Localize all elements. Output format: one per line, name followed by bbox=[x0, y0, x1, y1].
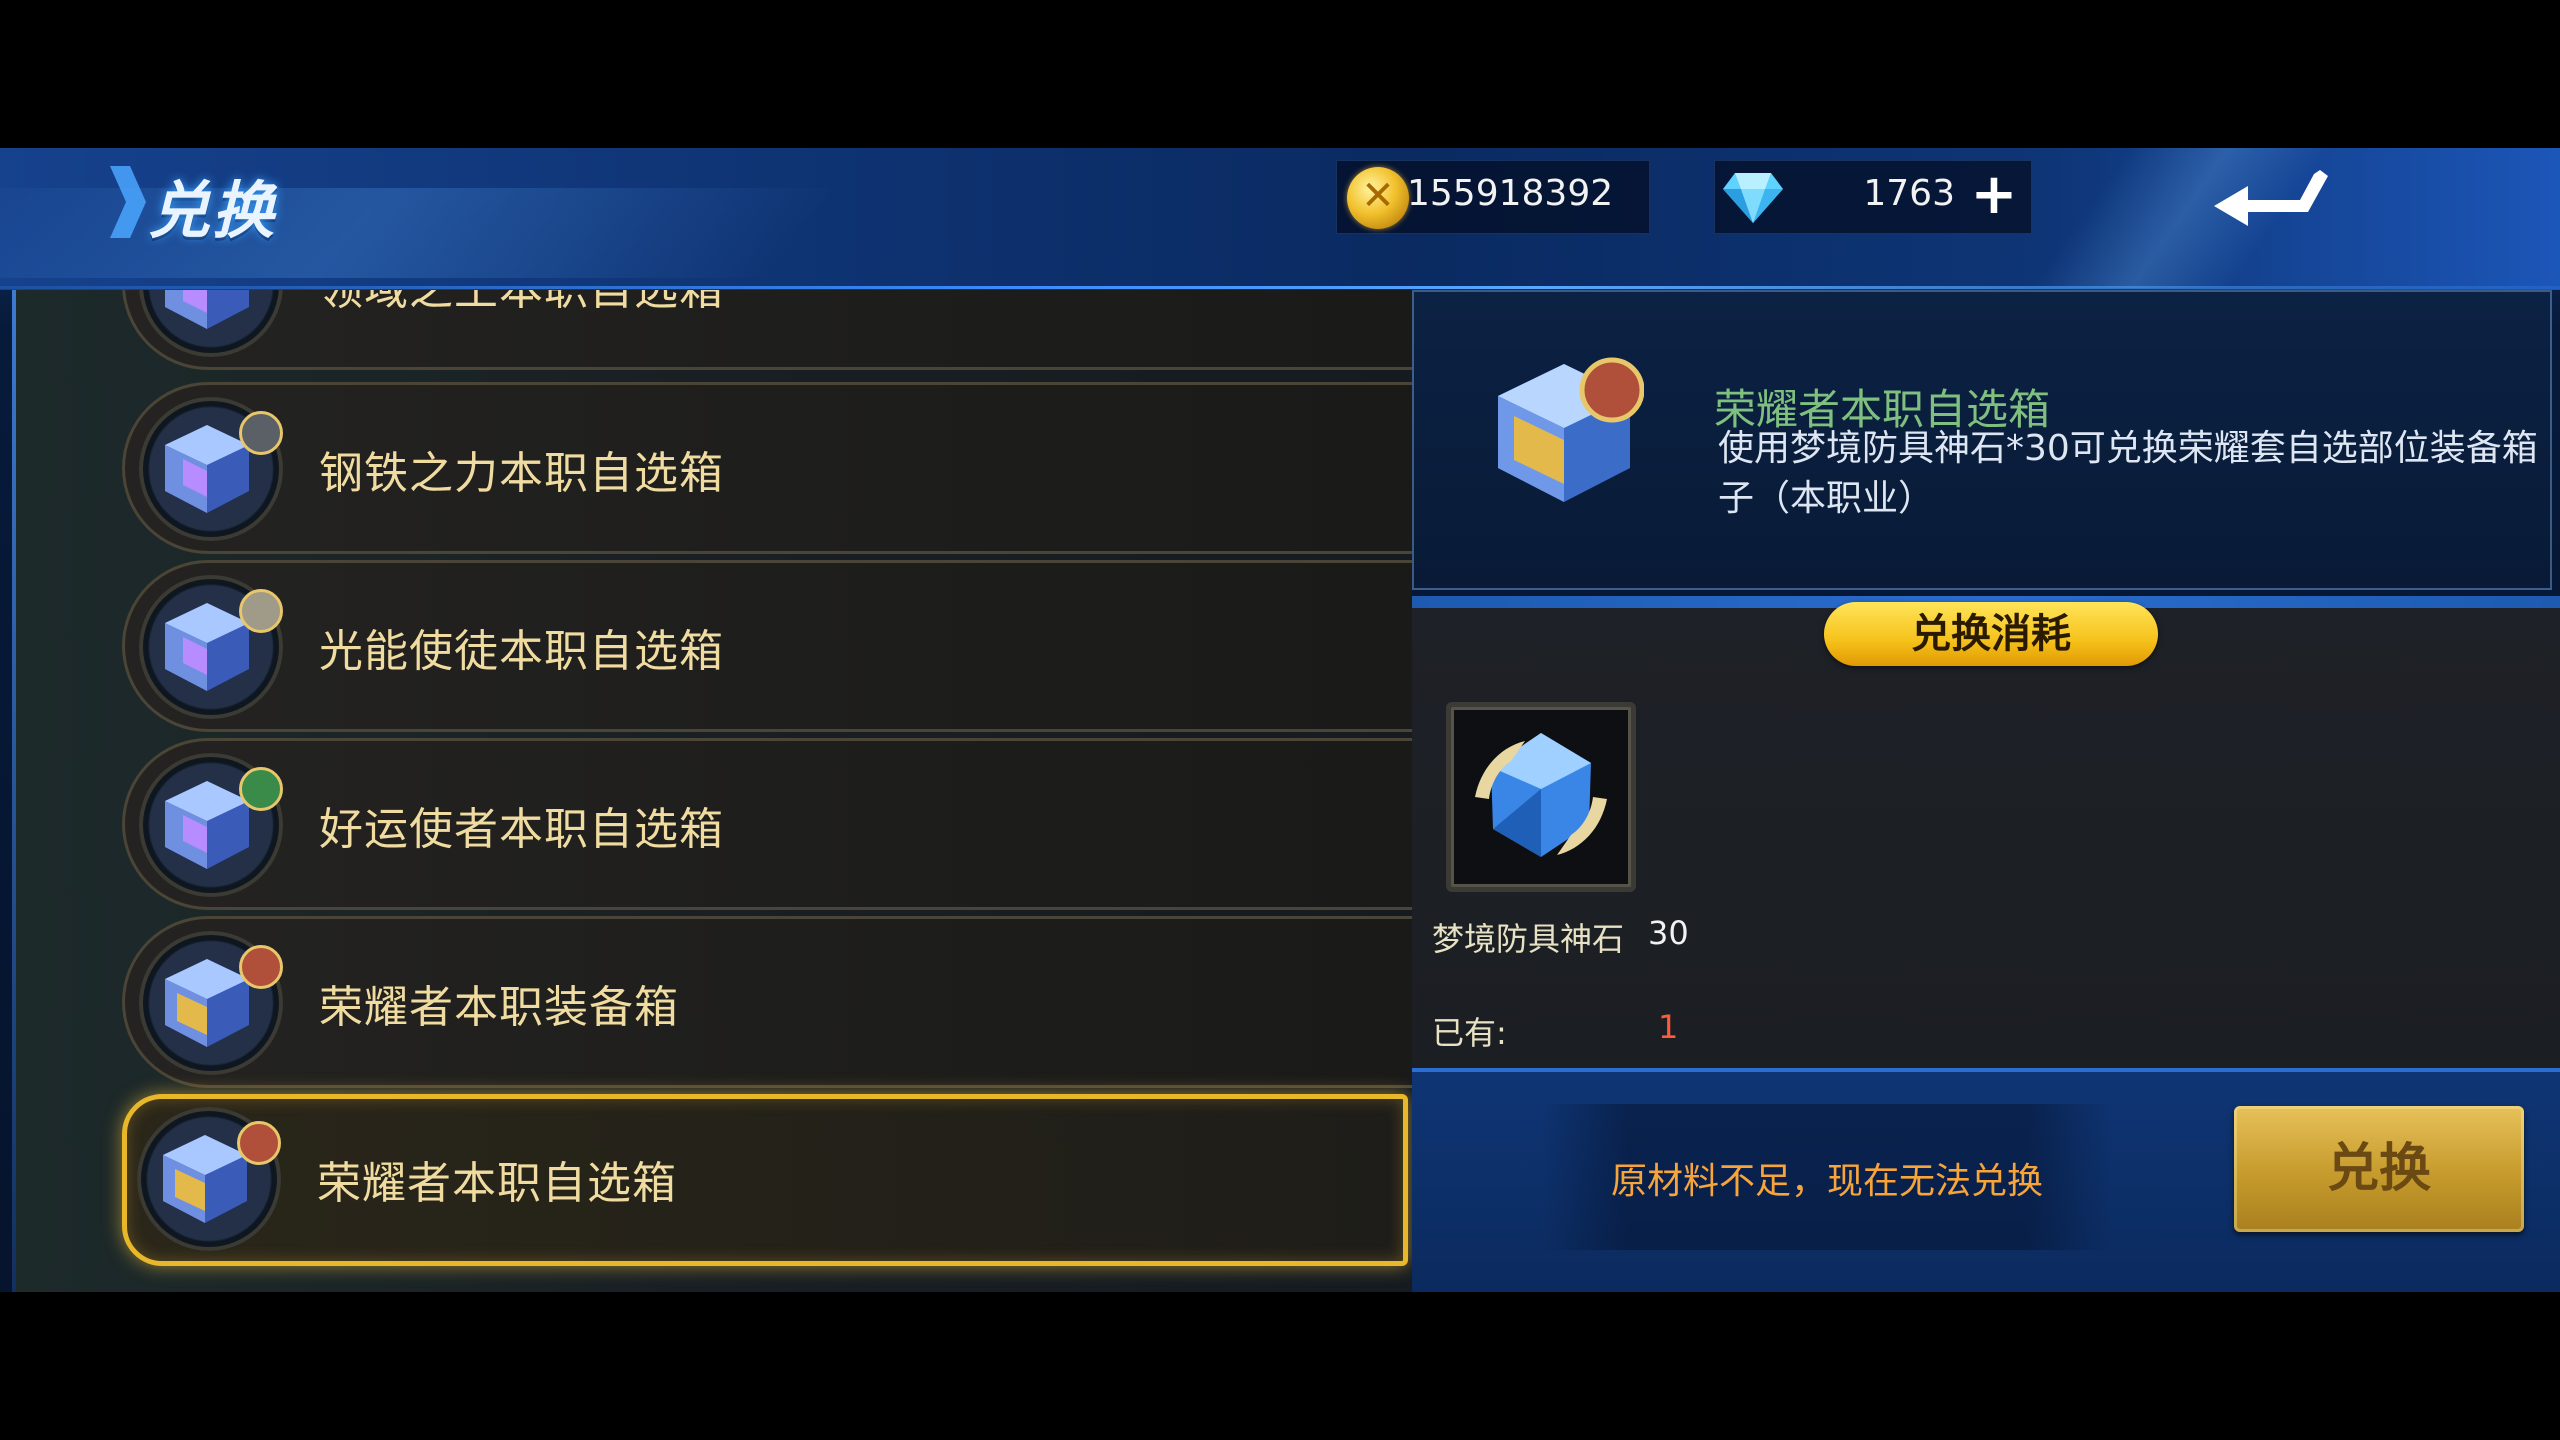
treasure-box-icon bbox=[165, 290, 249, 329]
item-detail-panel: 荣耀者本职自选箱 使用梦境防具神石*30可兑换荣耀套自选部位装备箱子（本职业） bbox=[1412, 290, 2552, 590]
list-item-label: 好运使者本职自选箱 bbox=[319, 804, 724, 855]
material-slot[interactable] bbox=[1446, 702, 1636, 892]
detail-item-icon bbox=[1484, 352, 1645, 512]
class-badge-icon bbox=[239, 767, 283, 811]
gold-coin-icon: ✕ bbox=[1347, 167, 1409, 229]
cost-panel: 兑换消耗 梦境防具神石 30 已有: 1 bbox=[1412, 602, 2560, 1068]
list-item-label: 光能使徒本职自选箱 bbox=[319, 626, 724, 677]
add-gems-button[interactable]: + bbox=[1967, 165, 2021, 225]
class-badge-icon bbox=[239, 411, 283, 455]
owned-label: 已有: bbox=[1432, 1014, 1507, 1052]
exchange-screen: 兑换 ✕ 155918392 1763 + 钢铁之力本职自选箱 光能使徒本职自选… bbox=[0, 148, 2560, 1292]
gem-value: 1763 bbox=[1863, 173, 1955, 214]
gold-value: 155918392 bbox=[1407, 173, 1614, 214]
exchange-footer: 原材料不足，现在无法兑换 兑换 bbox=[1412, 1068, 2560, 1292]
page-title: 兑换 bbox=[148, 174, 277, 247]
cost-heading: 兑换消耗 bbox=[1824, 602, 2158, 666]
list-item[interactable]: 钢铁之力本职自选箱 bbox=[122, 382, 1412, 554]
list-item[interactable]: 荣耀者本职装备箱 bbox=[122, 916, 1412, 1088]
list-item[interactable]: 领域之王本职自选箱 bbox=[122, 290, 1412, 370]
class-badge-icon bbox=[239, 589, 283, 633]
owned-value: 1 bbox=[1658, 1008, 1679, 1046]
back-arrow-icon[interactable] bbox=[2200, 156, 2340, 236]
insufficient-materials-warning: 原材料不足，现在无法兑换 bbox=[1610, 1161, 2043, 1202]
list-item[interactable]: 光能使徒本职自选箱 bbox=[122, 560, 1412, 732]
warning-box: 原材料不足，现在无法兑换 bbox=[1542, 1104, 2112, 1250]
gold-balance: ✕ 155918392 bbox=[1336, 160, 1650, 234]
item-list[interactable]: 领域之王本职自选箱 钢铁之力本职自选箱 光能使徒本职自选箱 bbox=[12, 290, 1412, 1292]
gemstone-icon bbox=[1475, 733, 1607, 857]
class-badge-icon bbox=[239, 945, 283, 989]
treasure-box-icon bbox=[1498, 357, 1645, 502]
gem-balance: 1763 + bbox=[1714, 160, 2032, 234]
list-item-label: 钢铁之力本职自选箱 bbox=[319, 448, 724, 499]
list-item-label: 荣耀者本职装备箱 bbox=[319, 982, 679, 1033]
list-item-selected[interactable]: 荣耀者本职自选箱 bbox=[122, 1094, 1408, 1266]
material-quantity: 30 bbox=[1648, 914, 1689, 952]
list-item-label: 荣耀者本职自选箱 bbox=[317, 1158, 677, 1209]
list-item[interactable]: 好运使者本职自选箱 bbox=[122, 738, 1412, 910]
top-bar: 兑换 ✕ 155918392 1763 + bbox=[0, 148, 2560, 290]
list-item-label: 领域之王本职自选箱 bbox=[319, 290, 724, 317]
class-badge-icon bbox=[237, 1121, 281, 1165]
detail-item-description: 使用梦境防具神石*30可兑换荣耀套自选部位装备箱子（本职业） bbox=[1718, 428, 2538, 519]
material-name: 梦境防具神石 bbox=[1432, 920, 1625, 958]
chevron-right-icon bbox=[110, 166, 146, 238]
exchange-button[interactable]: 兑换 bbox=[2234, 1106, 2524, 1232]
